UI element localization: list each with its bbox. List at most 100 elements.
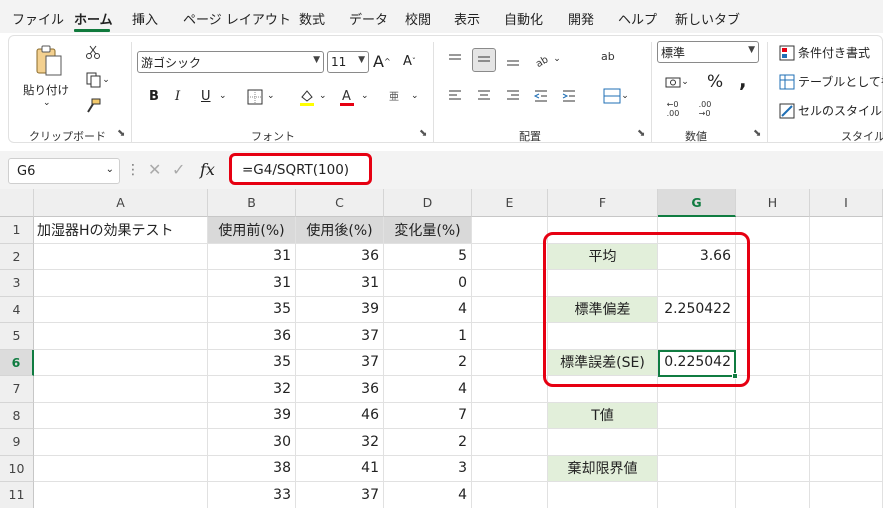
paste-label[interactable]: 貼り付け: [23, 82, 69, 98]
data-cell[interactable]: 31: [208, 270, 296, 297]
table-cell[interactable]: [736, 482, 810, 508]
font-launcher-icon[interactable]: ⬊: [419, 128, 427, 139]
table-cell[interactable]: [658, 482, 736, 508]
stat-value-cell[interactable]: [658, 455, 736, 482]
table-cell[interactable]: [34, 376, 208, 403]
increase-indent-icon[interactable]: [559, 86, 579, 106]
stat-label-cell[interactable]: 平均: [548, 243, 658, 270]
table-cell[interactable]: [736, 402, 810, 429]
data-cell[interactable]: 2: [384, 429, 472, 456]
row-header-1[interactable]: 1: [0, 217, 34, 244]
stat-label-cell[interactable]: 標準偏差: [548, 296, 658, 323]
conditional-format-button[interactable]: 条件付き書式: [779, 44, 870, 61]
font-size-dropdown[interactable]: 11 ▼: [327, 51, 369, 73]
tab-new[interactable]: 新しいタブ: [675, 9, 740, 28]
data-cell[interactable]: 32: [296, 429, 384, 456]
row-header-11[interactable]: 11: [0, 482, 34, 508]
table-cell[interactable]: [810, 296, 883, 323]
table-cell[interactable]: [736, 296, 810, 323]
number-format-dropdown[interactable]: 標準 ▼: [657, 41, 759, 63]
table-cell[interactable]: [810, 243, 883, 270]
align-bottom-icon[interactable]: [503, 50, 523, 70]
bold-button[interactable]: B: [149, 89, 159, 104]
data-cell[interactable]: 33: [208, 482, 296, 508]
row-header-5[interactable]: 5: [0, 323, 34, 350]
column-header-f[interactable]: F: [548, 189, 658, 217]
borders-icon[interactable]: [245, 88, 265, 106]
data-cell[interactable]: 4: [384, 376, 472, 403]
column-header-c[interactable]: C: [296, 189, 384, 217]
data-cell[interactable]: 5: [384, 243, 472, 270]
row-header-8[interactable]: 8: [0, 402, 34, 429]
table-cell[interactable]: [472, 243, 548, 270]
data-cell[interactable]: 41: [296, 455, 384, 482]
tab-file[interactable]: ファイル: [12, 9, 64, 28]
data-cell[interactable]: 4: [384, 482, 472, 508]
data-cell[interactable]: 37: [296, 482, 384, 508]
column-title-cell[interactable]: 変化量(%): [384, 217, 472, 244]
row-header-3[interactable]: 3: [0, 270, 34, 297]
increase-decimal-icon[interactable]: ←0.00: [661, 98, 685, 120]
stat-value-cell[interactable]: 3.66: [658, 243, 736, 270]
data-cell[interactable]: 39: [296, 296, 384, 323]
table-cell[interactable]: [34, 243, 208, 270]
align-center-icon[interactable]: [474, 86, 494, 106]
tab-insert[interactable]: 挿入: [132, 9, 158, 28]
grow-font-icon[interactable]: A ^: [373, 52, 391, 71]
data-cell[interactable]: 36: [208, 323, 296, 350]
chevron-down-icon[interactable]: ⌄: [361, 91, 369, 101]
table-cell[interactable]: [34, 296, 208, 323]
align-top-icon[interactable]: [445, 50, 465, 70]
paste-chevron-icon[interactable]: ⌄: [43, 98, 51, 108]
table-cell[interactable]: [548, 482, 658, 508]
table-cell[interactable]: [810, 429, 883, 456]
chevron-down-icon[interactable]: ⌄: [411, 91, 419, 101]
font-name-dropdown[interactable]: 游ゴシック ▼: [137, 51, 324, 73]
table-cell[interactable]: [472, 270, 548, 297]
font-color-icon[interactable]: A: [337, 86, 357, 108]
wrap-text-icon[interactable]: ab: [601, 50, 615, 63]
copy-icon[interactable]: ⌄: [81, 70, 115, 90]
row-header-6[interactable]: 6: [0, 349, 34, 376]
tab-data[interactable]: データ: [349, 9, 388, 28]
table-cell[interactable]: [34, 455, 208, 482]
tab-formulas[interactable]: 数式: [299, 9, 325, 28]
align-left-icon[interactable]: [445, 86, 465, 106]
table-cell[interactable]: [810, 402, 883, 429]
table-cell[interactable]: [736, 455, 810, 482]
column-header-g[interactable]: G: [658, 189, 736, 217]
column-header-h[interactable]: H: [736, 189, 810, 217]
tab-home[interactable]: ホーム: [74, 9, 113, 28]
data-cell[interactable]: 2: [384, 349, 472, 376]
currency-icon[interactable]: ⌄: [661, 72, 693, 92]
stat-label-cell[interactable]: 標準誤差(SE): [548, 349, 658, 376]
data-cell[interactable]: 36: [296, 243, 384, 270]
align-middle-icon[interactable]: [472, 48, 496, 72]
cancel-icon[interactable]: ✕: [148, 160, 161, 179]
table-cell[interactable]: [472, 429, 548, 456]
row-header-4[interactable]: 4: [0, 296, 34, 323]
cell-styles-button[interactable]: セルのスタイル ⌄: [779, 102, 883, 119]
table-cell[interactable]: [658, 429, 736, 456]
table-cell[interactable]: [810, 349, 883, 376]
table-cell[interactable]: [472, 296, 548, 323]
table-cell[interactable]: [472, 455, 548, 482]
column-header-b[interactable]: B: [208, 189, 296, 217]
italic-button[interactable]: I: [175, 89, 180, 104]
table-cell[interactable]: [736, 217, 810, 244]
table-cell[interactable]: [810, 482, 883, 508]
shrink-font-icon[interactable]: Aˇ: [403, 54, 416, 69]
table-cell[interactable]: [736, 243, 810, 270]
table-cell[interactable]: [810, 323, 883, 350]
row-header-9[interactable]: 9: [0, 429, 34, 456]
data-cell[interactable]: 32: [208, 376, 296, 403]
tab-automate[interactable]: 自動化: [504, 9, 543, 28]
table-cell[interactable]: [810, 376, 883, 403]
column-header-d[interactable]: D: [384, 189, 472, 217]
table-cell[interactable]: [34, 482, 208, 508]
data-cell[interactable]: 0: [384, 270, 472, 297]
table-cell[interactable]: [736, 349, 810, 376]
comma-button[interactable]: ,: [739, 68, 747, 92]
column-header-i[interactable]: I: [810, 189, 883, 217]
column-header-e[interactable]: E: [472, 189, 548, 217]
